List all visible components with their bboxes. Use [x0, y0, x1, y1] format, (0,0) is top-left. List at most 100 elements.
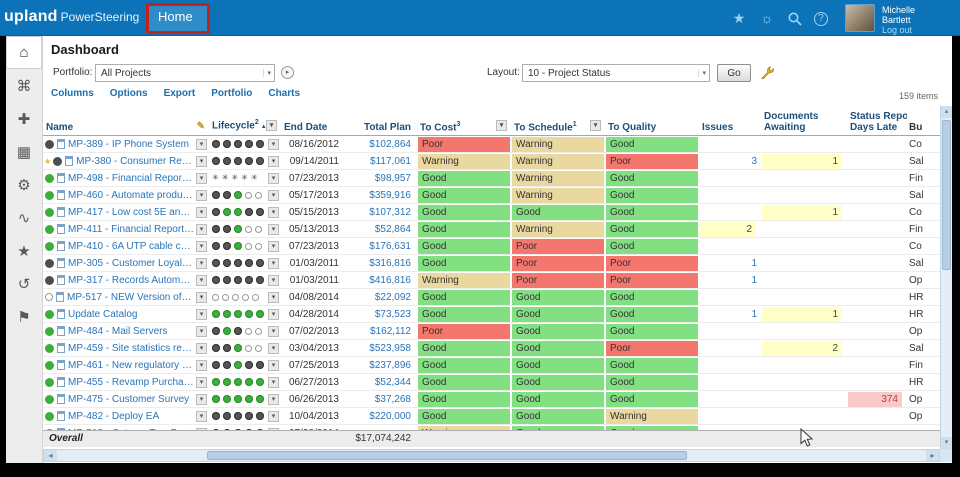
column-header-plan[interactable]: Total Plan	[347, 106, 417, 135]
total-plan-link[interactable]: $220,000	[369, 411, 411, 422]
project-link[interactable]: MP-459 - Site statistics report	[68, 343, 194, 354]
lifecycle-dropdown[interactable]: ▾	[268, 155, 279, 167]
menu-charts[interactable]: Charts	[268, 88, 300, 99]
project-link[interactable]: MP-317 - Records Automation	[68, 275, 194, 286]
project-link[interactable]: MP-475 - Customer Survey	[68, 394, 194, 405]
column-header-cost[interactable]: To Cost3 ▾	[417, 106, 511, 135]
search-icon[interactable]	[786, 11, 804, 27]
row-menu-dropdown[interactable]: ▾	[196, 393, 207, 405]
total-plan-link[interactable]: $416,816	[369, 275, 411, 286]
tab-home[interactable]: Home	[146, 3, 210, 34]
column-header-end[interactable]: End Date	[281, 106, 347, 135]
metrics-icon[interactable]: ∿	[6, 201, 42, 234]
lifecycle-dropdown[interactable]: ▾	[268, 308, 279, 320]
lifecycle-dropdown[interactable]: ▾	[268, 240, 279, 252]
total-plan-link[interactable]: $176,631	[369, 241, 411, 252]
project-link[interactable]: MP-410 - 6A UTP cable cost re	[68, 241, 194, 252]
project-link[interactable]: MP-305 - Customer Loyalty Tr	[68, 258, 194, 269]
row-menu-dropdown[interactable]: ▾	[196, 172, 207, 184]
row-menu-dropdown[interactable]: ▾	[196, 342, 207, 354]
home-icon[interactable]: ⌂	[6, 36, 42, 69]
menu-portfolio[interactable]: Portfolio	[211, 88, 252, 99]
project-link[interactable]: MP-380 - Consumer Review W	[76, 156, 194, 167]
menu-columns[interactable]: Columns	[51, 88, 94, 99]
vertical-scrollbar[interactable]: ▴ ▾	[940, 106, 952, 449]
lifecycle-dropdown[interactable]: ▾	[268, 223, 279, 235]
user-avatar[interactable]	[845, 4, 875, 32]
project-link[interactable]: MP-482 - Deploy EA	[68, 411, 194, 422]
lifecycle-dropdown[interactable]: ▾	[268, 172, 279, 184]
column-header-name[interactable]: Name ✎	[43, 106, 209, 135]
row-menu-dropdown[interactable]: ▾	[196, 410, 207, 422]
lifecycle-dropdown[interactable]: ▾	[268, 189, 279, 201]
project-link[interactable]: MP-484 - Mail Servers	[68, 326, 194, 337]
total-plan-link[interactable]: $73,523	[375, 309, 411, 320]
total-plan-link[interactable]: $523,958	[369, 343, 411, 354]
project-link[interactable]: MP-455 - Revamp Purchasing	[68, 377, 194, 388]
row-menu-dropdown[interactable]: ▾	[196, 223, 207, 235]
total-plan-link[interactable]: $98,957	[375, 173, 411, 184]
total-plan-link[interactable]: $52,344	[375, 377, 411, 388]
lifecycle-dropdown[interactable]: ▾	[268, 393, 279, 405]
lifecycle-dropdown[interactable]: ▾	[268, 291, 279, 303]
horizontal-scroll-thumb[interactable]	[207, 451, 687, 460]
column-header-iss[interactable]: Issues	[699, 106, 761, 135]
column-header-docs[interactable]: Documents Awaiting	[761, 106, 847, 135]
edit-columns-icon[interactable]: ✎	[197, 121, 205, 132]
row-menu-dropdown[interactable]: ▾	[196, 240, 207, 252]
add-icon[interactable]: ✚	[6, 102, 42, 135]
total-plan-link[interactable]: $316,816	[369, 258, 411, 269]
row-menu-dropdown[interactable]: ▾	[196, 155, 207, 167]
total-plan-link[interactable]: $102,864	[369, 139, 411, 150]
row-menu-dropdown[interactable]: ▾	[196, 308, 207, 320]
lifecycle-dropdown[interactable]: ▾	[268, 376, 279, 388]
total-plan-link[interactable]: $162,112	[370, 326, 411, 337]
row-menu-dropdown[interactable]: ▾	[196, 189, 207, 201]
total-plan-link[interactable]: $117,061	[370, 156, 411, 167]
vertical-scroll-track[interactable]	[941, 118, 952, 437]
row-menu-dropdown[interactable]: ▾	[196, 291, 207, 303]
tags-icon[interactable]: ⚑	[6, 300, 42, 333]
column-header-bu[interactable]: Bu	[907, 106, 940, 135]
favorites-icon[interactable]: ★	[6, 234, 42, 267]
project-link[interactable]: MP-517 - NEW Version of Our	[67, 292, 194, 303]
project-link[interactable]: MP-389 - IP Phone System	[68, 139, 194, 150]
portfolio-select[interactable]: All Projects ▾	[95, 64, 275, 82]
ideas-icon[interactable]: ☼	[758, 11, 776, 27]
menu-export[interactable]: Export	[164, 88, 196, 99]
portfolio-expand-button[interactable]: ▸	[281, 66, 294, 79]
favorites-icon[interactable]: ★	[730, 11, 748, 27]
reports-icon[interactable]: ▦	[6, 135, 42, 168]
lifecycle-dropdown[interactable]: ▾	[268, 274, 279, 286]
total-plan-link[interactable]: $22,092	[375, 292, 411, 303]
lifecycle-dropdown[interactable]: ▾	[268, 138, 279, 150]
scroll-left-button[interactable]: ◂	[44, 450, 57, 461]
lifecycle-dropdown[interactable]: ▾	[268, 206, 279, 218]
project-link[interactable]: MP-498 - Financial Reporting	[68, 173, 194, 184]
horizontal-scrollbar[interactable]: ◂ ▸	[43, 449, 940, 462]
column-header-sched[interactable]: To Schedule1 ▾	[511, 106, 605, 135]
column-header-qual[interactable]: To Quality	[605, 106, 699, 135]
row-menu-dropdown[interactable]: ▾	[196, 138, 207, 150]
total-plan-link[interactable]: $359,916	[369, 190, 411, 201]
wrench-icon[interactable]	[759, 64, 777, 82]
horizontal-scroll-track[interactable]	[57, 450, 926, 461]
lifecycle-dropdown[interactable]: ▾	[268, 325, 279, 337]
lifecycle-dropdown[interactable]: ▾	[268, 257, 279, 269]
logout-link[interactable]: Log out	[882, 25, 912, 35]
scroll-up-button[interactable]: ▴	[941, 106, 952, 118]
menu-options[interactable]: Options	[110, 88, 148, 99]
row-menu-dropdown[interactable]: ▾	[196, 257, 207, 269]
history-icon[interactable]: ↺	[6, 267, 42, 300]
total-plan-link[interactable]: $52,864	[375, 224, 411, 235]
help-icon[interactable]: ?	[814, 12, 828, 26]
total-plan-link[interactable]: $107,312	[369, 207, 411, 218]
settings-icon[interactable]: ⚙	[6, 168, 42, 201]
layout-select[interactable]: 10 - Project Status ▾	[522, 64, 710, 82]
column-header-days[interactable]: Status ReportDays Late	[847, 106, 907, 135]
column-filter-dropdown[interactable]: ▾	[266, 120, 277, 131]
scroll-down-button[interactable]: ▾	[941, 437, 952, 449]
column-header-lc[interactable]: Lifecycle2▲ ▾	[209, 106, 281, 135]
hierarchy-icon[interactable]: ⌘	[6, 69, 42, 102]
project-link[interactable]: MP-461 - New regulatory com	[68, 360, 194, 371]
